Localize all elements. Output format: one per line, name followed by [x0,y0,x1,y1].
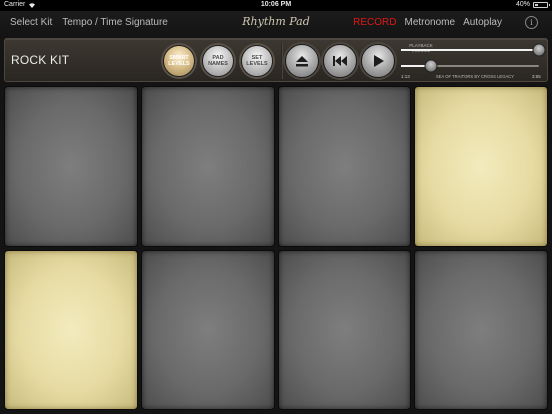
pad-2[interactable] [140,86,275,247]
elapsed-time: 1:13 [401,74,410,79]
total-time: 3:55 [532,74,541,79]
pad-4[interactable] [414,86,548,247]
pad-6[interactable] [140,249,275,410]
pad-names-button[interactable]: PAD NAMES [202,45,234,77]
set-levels-label-2: LEVELS [246,61,268,67]
song-title: SEA OF TRAITORS BY CROSS LEGACY [435,74,515,79]
volume-fill [401,49,539,51]
volume-thumb[interactable] [532,43,546,57]
playback-volume-label: PLAYBACK VOLUME [401,43,441,53]
pad-1[interactable] [4,86,138,247]
pad-names-label-2: NAMES [208,61,228,67]
kit-name: ROCK KIT [11,53,70,67]
metronome-button[interactable]: Metronome [405,17,456,28]
pad-3[interactable] [277,86,412,247]
play-icon [374,55,384,67]
pad-8[interactable] [414,249,548,410]
pad-7[interactable] [277,249,412,410]
panel-divider [281,43,283,79]
smart-levels-button[interactable]: SMART LEVELS [163,45,195,77]
eject-icon [296,56,308,67]
autoplay-button[interactable]: Autoplay [463,17,502,28]
volume-slider[interactable] [401,43,546,57]
status-time: 10:06 PM [260,1,292,8]
pad-grid [4,86,548,410]
pad-5[interactable] [4,249,138,410]
info-icon[interactable]: i [525,16,538,29]
smart-levels-label-2: LEVELS [168,61,190,67]
song-position-slider[interactable] [401,59,539,73]
battery-percent: 40% [515,1,530,8]
nav-right-group: RECORD Metronome Autoplay [353,17,502,28]
status-bar: Carrier 10:06 PM 40% [0,0,552,11]
rewind-icon [333,56,347,66]
rewind-button[interactable] [323,44,357,78]
play-button[interactable] [361,44,395,78]
status-right: 40% [515,1,550,8]
battery-icon [533,1,550,8]
control-panel: ROCK KIT SMART LEVELS PAD NAMES SET LEVELS … [4,38,548,82]
position-thumb[interactable] [424,59,438,73]
nav-bar: Select Kit Tempo / Time Signature Rhythm… [0,11,552,35]
eject-button[interactable] [285,44,319,78]
record-button[interactable]: RECORD [353,17,396,28]
set-levels-button[interactable]: SET LEVELS [241,45,273,77]
